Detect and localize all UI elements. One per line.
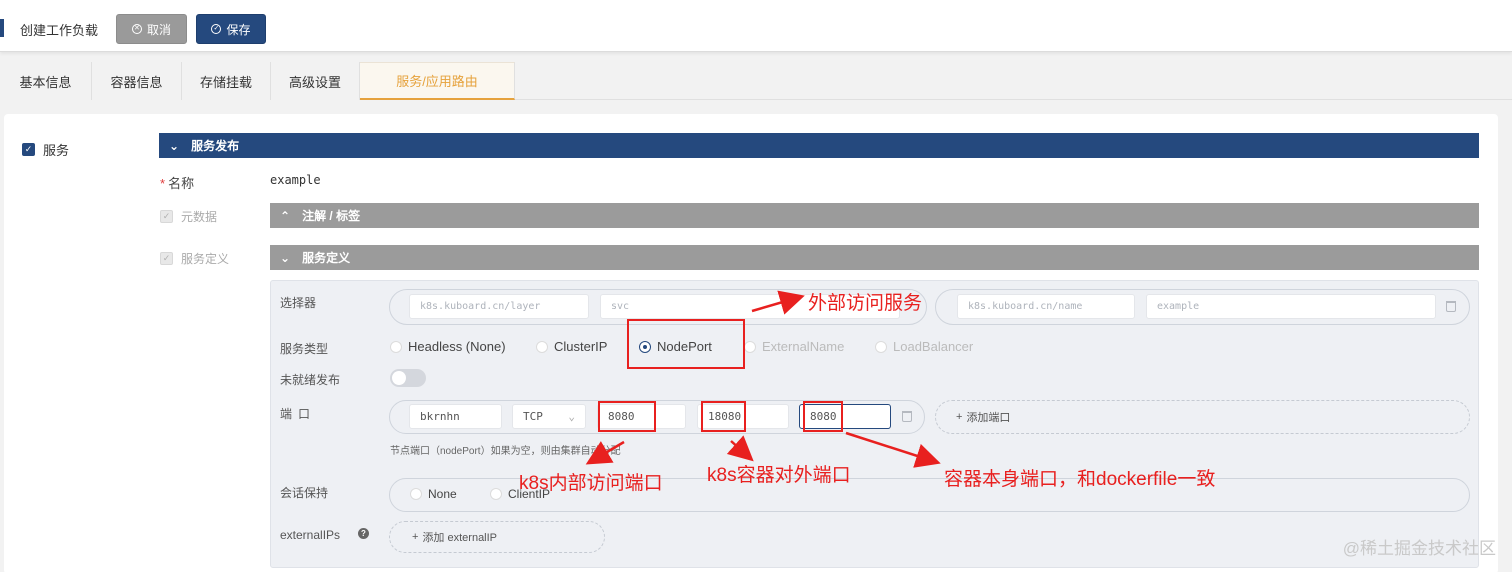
annotation-k8s-internal-port: k8s内部访问端口	[519, 473, 663, 494]
annotation-external-access: 外部访问服务	[808, 293, 923, 314]
arrow-external	[751, 290, 805, 315]
arrow-node-port	[585, 440, 625, 465]
annotation-container-port: 容器本身端口，和dockerfile一致	[944, 469, 1216, 490]
watermark: @稀土掘金技术社区	[1342, 539, 1496, 558]
arrow-target-port	[845, 431, 941, 468]
arrow-port	[726, 435, 754, 462]
annotation-k8s-container-external-port: k8s容器对外端口	[707, 465, 851, 486]
